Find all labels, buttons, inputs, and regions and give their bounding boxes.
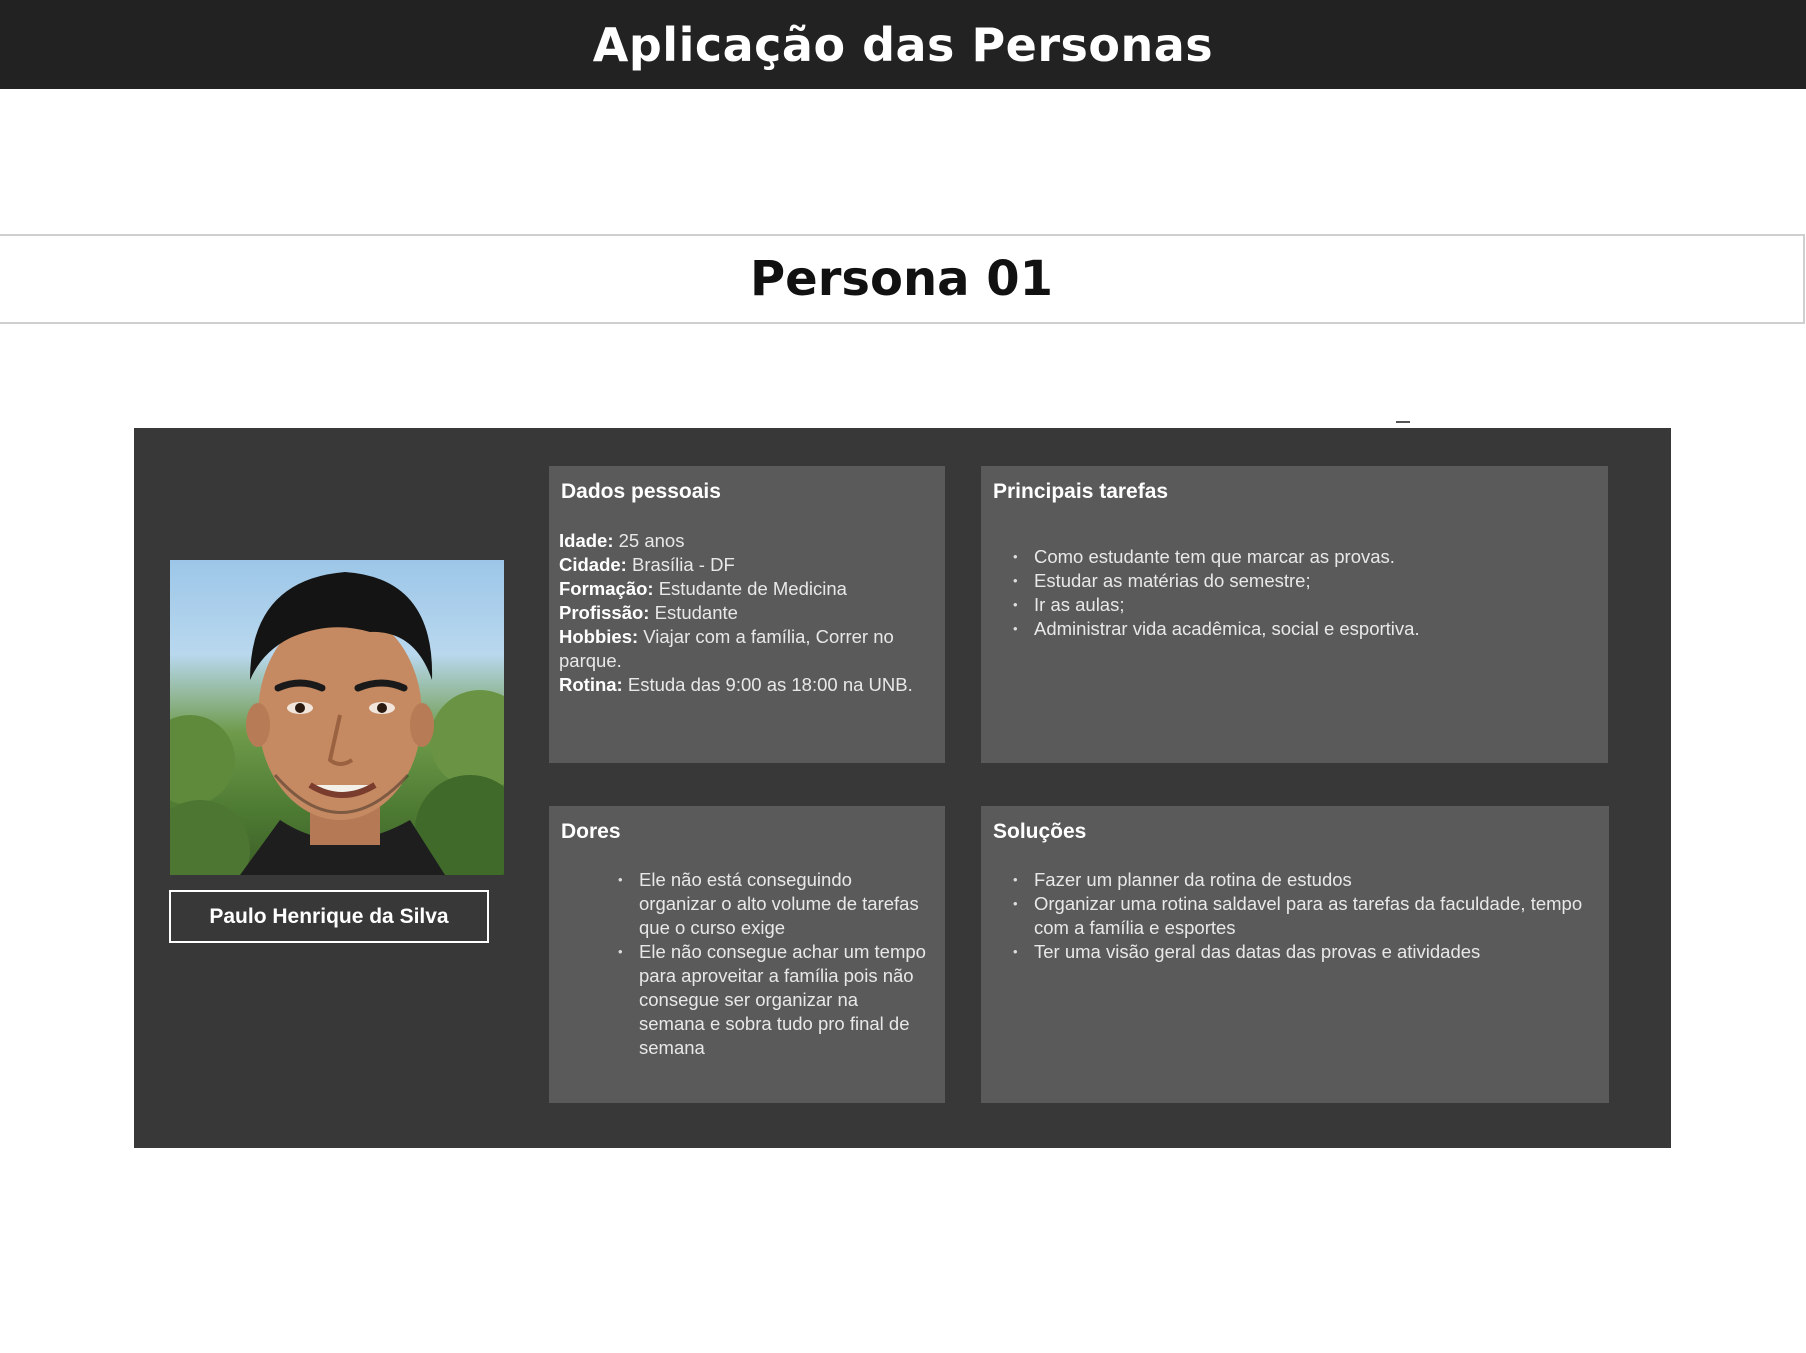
list-item: Ele não consegue achar um tempo para apr… xyxy=(618,940,928,1060)
dados-list: Idade: 25 anos Cidade: Brasília - DF For… xyxy=(559,529,937,697)
persona-portrait-image xyxy=(170,572,504,875)
list-item: Organizar uma rotina saldavel para as ta… xyxy=(1013,892,1593,940)
top-header: Aplicação das Personas xyxy=(0,0,1806,89)
persona-name-box: Paulo Henrique da Silva xyxy=(169,890,489,943)
list-item: Administrar vida acadêmica, social e esp… xyxy=(1013,617,1593,641)
dados-row-formacao: Formação: Estudante de Medicina xyxy=(559,577,937,601)
card-principais-tarefas: Principais tarefas Como estudante tem qu… xyxy=(981,466,1608,763)
dados-label: Cidade: xyxy=(559,554,627,575)
dados-row-rotina: Rotina: Estuda das 9:00 as 18:00 na UNB. xyxy=(559,673,937,697)
list-item: Ele não está conseguindo organizar o alt… xyxy=(618,868,928,940)
dados-value: Estudante xyxy=(649,602,738,623)
dados-row-idade: Idade: 25 anos xyxy=(559,529,937,553)
card-dores: Dores Ele não está conseguindo organizar… xyxy=(549,806,945,1103)
dados-row-cidade: Cidade: Brasília - DF xyxy=(559,553,937,577)
dados-label: Formação: xyxy=(559,578,654,599)
list-item: Ir as aulas; xyxy=(1013,593,1593,617)
list-item: Como estudante tem que marcar as provas. xyxy=(1013,545,1593,569)
persona-name: Paulo Henrique da Silva xyxy=(209,904,449,928)
dados-value: 25 anos xyxy=(613,530,685,551)
list-item: Fazer um planner da rotina de estudos xyxy=(1013,868,1593,892)
card-title-dores: Dores xyxy=(561,820,621,843)
card-title-tarefas: Principais tarefas xyxy=(993,480,1169,503)
dados-label: Rotina: xyxy=(559,674,623,695)
persona-title-bar: Persona 01 xyxy=(0,234,1805,324)
card-title-dados: Dados pessoais xyxy=(561,480,721,503)
dados-label: Profissão: xyxy=(559,602,650,623)
persona-title: Persona 01 xyxy=(749,251,1054,307)
dados-value: Estuda das 9:00 as 18:00 na UNB. xyxy=(622,674,913,695)
dados-row-hobbies: Hobbies: Viajar com a família, Correr no… xyxy=(559,625,937,673)
persona-photo xyxy=(170,560,504,875)
dados-label: Idade: xyxy=(559,530,614,551)
card-dados-pessoais: Dados pessoais Idade: 25 anos Cidade: Br… xyxy=(549,466,945,763)
list-item: Estudar as matérias do semestre; xyxy=(1013,569,1593,593)
dados-row-profissao: Profissão: Estudante xyxy=(559,601,937,625)
dados-value: Estudante de Medicina xyxy=(653,578,847,599)
dados-value: Brasília - DF xyxy=(626,554,735,575)
solucoes-list: Fazer um planner da rotina de estudos Or… xyxy=(1013,868,1593,964)
page-title: Aplicação das Personas xyxy=(592,17,1214,72)
tarefas-list: Como estudante tem que marcar as provas.… xyxy=(1013,545,1593,641)
card-title-solucoes: Soluções xyxy=(993,820,1087,843)
divider-mark xyxy=(1396,421,1410,423)
list-item: Ter uma visão geral das datas das provas… xyxy=(1013,940,1593,964)
persona-panel: Paulo Henrique da Silva Dados pessoais I… xyxy=(134,428,1671,1148)
dores-list: Ele não está conseguindo organizar o alt… xyxy=(618,868,928,1060)
card-solucoes: Soluções Fazer um planner da rotina de e… xyxy=(981,806,1609,1103)
dados-label: Hobbies: xyxy=(559,626,639,647)
